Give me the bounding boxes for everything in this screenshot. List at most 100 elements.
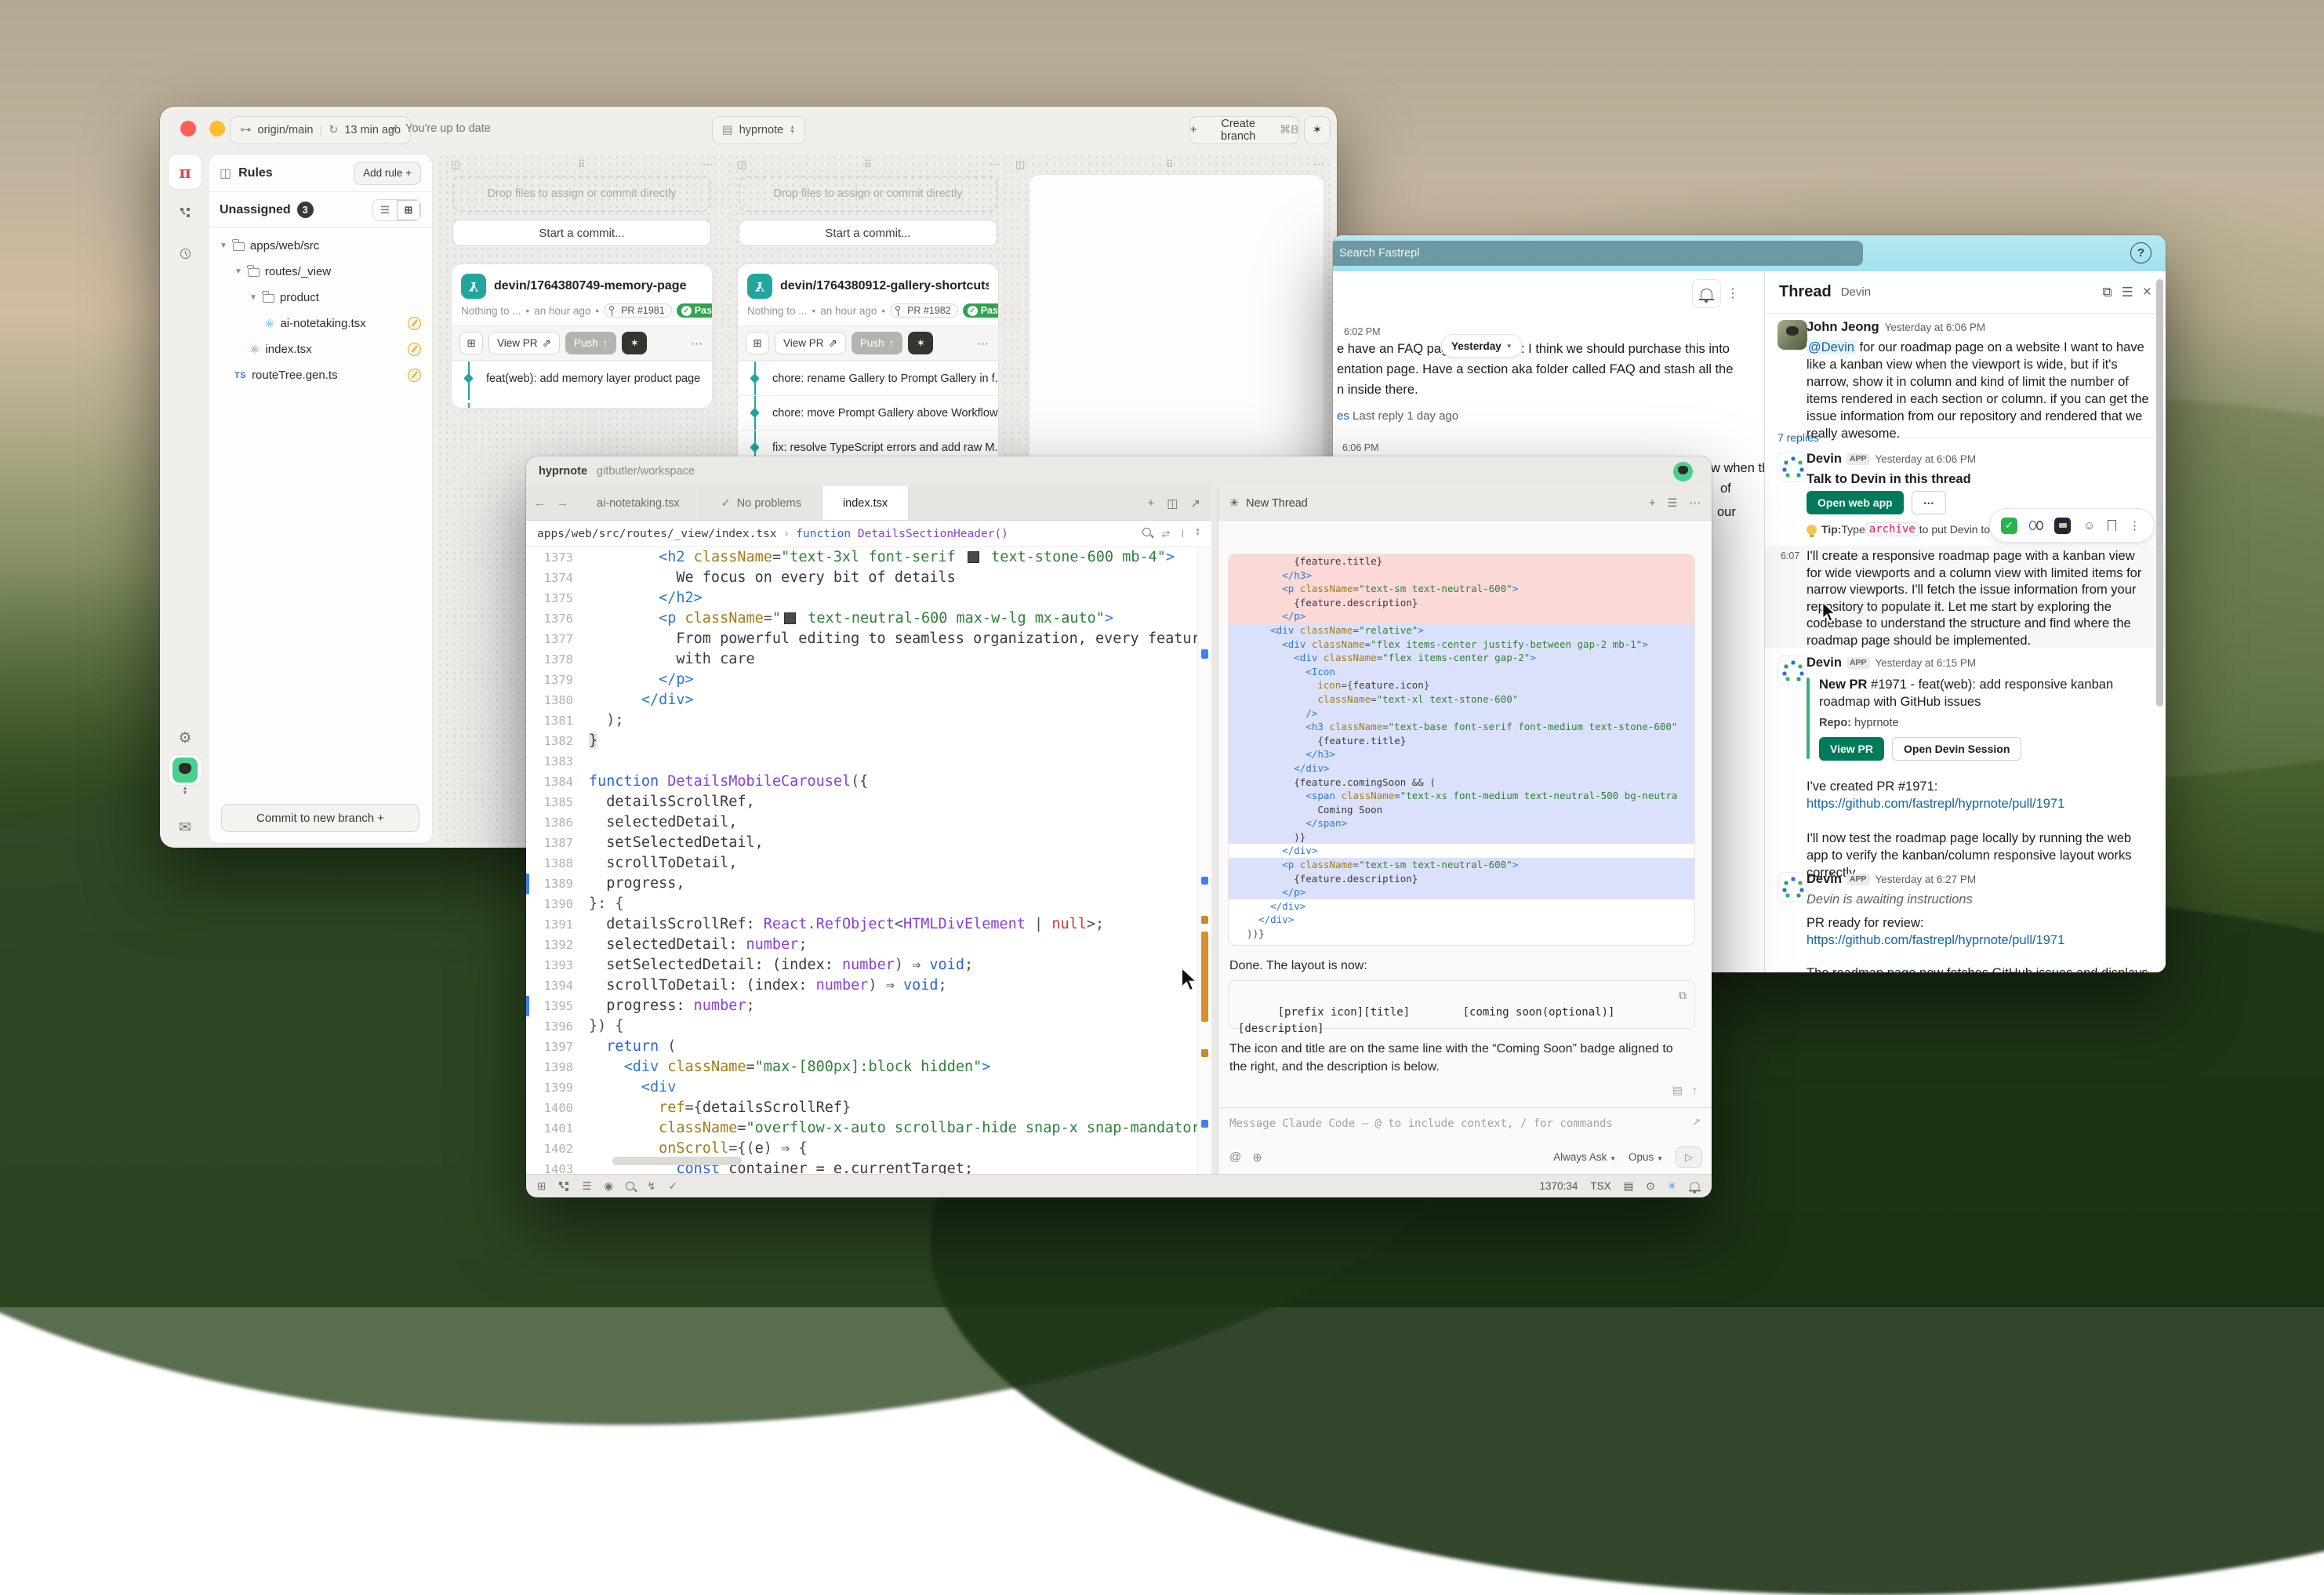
- popout-icon[interactable]: ⧉: [2103, 285, 2112, 300]
- markdown-file-icon[interactable]: ▤: [1672, 1084, 1683, 1097]
- ai-sparkle-button[interactable]: ✶: [1304, 116, 1331, 144]
- save-for-later-button[interactable]: [2108, 520, 2116, 531]
- drag-handle-icon[interactable]: ⠿: [1166, 158, 1174, 171]
- code-line[interactable]: 1395 progress: number;: [526, 996, 1197, 1016]
- more-message-actions-button[interactable]: ⋮: [2126, 518, 2143, 534]
- sort-icon[interactable]: ▲▼: [1195, 528, 1200, 540]
- close-icon[interactable]: ×: [2143, 284, 2152, 301]
- view-pr-button[interactable]: View PR⇗: [775, 332, 846, 354]
- push-button[interactable]: Push↑: [565, 332, 617, 354]
- pr-badge[interactable]: PR #1981: [604, 303, 672, 318]
- rail-feedback-button[interactable]: ✉: [168, 809, 202, 845]
- code-line[interactable]: 1383: [526, 751, 1197, 772]
- more-icon[interactable]: ⋯: [691, 336, 704, 351]
- code-line[interactable]: 1400 ref={detailsScrollRef}: [526, 1098, 1197, 1118]
- techie-reaction-button[interactable]: [2054, 518, 2071, 534]
- code-line[interactable]: 1377 From powerful editing to seamless o…: [526, 629, 1197, 649]
- message-timestamp[interactable]: Yesterday at 6:06 PM: [1885, 322, 1986, 333]
- create-branch-button[interactable]: + Create branch ⌘B: [1189, 116, 1299, 144]
- view-pr-button[interactable]: View PR⇗: [488, 332, 560, 354]
- notifications-bell-button[interactable]: [1692, 279, 1721, 308]
- branch-card[interactable]: Ydevin/1764380912-gallery-shortcutsNothi…: [737, 263, 999, 465]
- project-panel-icon[interactable]: ⊞: [537, 1180, 546, 1193]
- cursor-position[interactable]: 1370:34: [1540, 1180, 1578, 1192]
- ai-actions-button[interactable]: ✶: [622, 332, 647, 354]
- code-line[interactable]: 1385 detailsScrollRef,: [526, 792, 1197, 812]
- breadcrumb[interactable]: apps/web/src/routes/_view/index.tsx › fu…: [526, 521, 1211, 547]
- code-editor[interactable]: 1373 <h2 className="text-3xl font-serif …: [526, 547, 1197, 1174]
- copilot-icon[interactable]: ▤: [1624, 1180, 1634, 1193]
- channel-kebab-button[interactable]: ⋮: [1727, 285, 1740, 301]
- expand-input-icon[interactable]: ↗: [1692, 1116, 1701, 1128]
- nav-forward-icon[interactable]: →: [557, 496, 568, 510]
- editor-scrollbar[interactable]: [1197, 547, 1211, 1174]
- rail-branches-button[interactable]: [168, 194, 202, 231]
- nav-back-icon[interactable]: ←: [534, 496, 546, 510]
- code-line[interactable]: 1398 <div className="max-[800px]:block h…: [526, 1057, 1197, 1077]
- drag-handle-icon[interactable]: ⠿: [864, 158, 872, 171]
- tree-file-row[interactable]: ⚛index.tsx: [209, 336, 432, 362]
- rail-collapse-button[interactable]: ▲▼: [168, 783, 202, 800]
- commit-row[interactable]: feat(web): add memory layer product page: [452, 361, 712, 395]
- project-switcher[interactable]: ▤ hyprnote ▲▼: [712, 116, 805, 144]
- more-icon[interactable]: ⋯: [989, 158, 999, 171]
- git-panel-icon[interactable]: [558, 1181, 569, 1192]
- new-tab-icon[interactable]: +: [1147, 496, 1154, 510]
- message-timestamp[interactable]: Yesterday at 6:27 PM: [1876, 874, 1977, 885]
- commit-row[interactable]: chore: move Prompt Gallery above Workflo…: [738, 395, 998, 430]
- checkmark-reaction-button[interactable]: ✓: [2001, 518, 2017, 534]
- thread-scrollbar[interactable]: [2156, 279, 2163, 707]
- code-line[interactable]: 1380 </div>: [526, 690, 1197, 710]
- code-line[interactable]: 1378 with care: [526, 649, 1197, 670]
- drag-handle-icon[interactable]: ⠿: [578, 158, 586, 171]
- zoom-pane-icon[interactable]: ↗: [1190, 496, 1200, 510]
- drop-files-zone[interactable]: Drop files to assign or commit directly: [452, 176, 711, 212]
- code-line[interactable]: 1381 );: [526, 710, 1197, 731]
- rail-settings-button[interactable]: ⚙: [168, 720, 202, 756]
- rail-profile-button[interactable]: [168, 754, 202, 786]
- pr-link[interactable]: https://github.com/fastrepl/hyprnote/pul…: [1807, 797, 2064, 811]
- archive-command-chip[interactable]: archive: [1865, 522, 1919, 536]
- code-line[interactable]: 1392 selectedDetail: number;: [526, 935, 1197, 955]
- code-line[interactable]: 1387 setSelectedDetail,: [526, 833, 1197, 853]
- code-line[interactable]: 1401 className="overflow-x-auto scrollba…: [526, 1118, 1197, 1139]
- rail-history-button[interactable]: [168, 235, 202, 271]
- ai-assistant-icon[interactable]: ✳: [1668, 1180, 1676, 1193]
- tab-index-tsx[interactable]: index.tsx: [822, 486, 909, 520]
- send-button[interactable]: ▷: [1676, 1146, 1702, 1168]
- code-line[interactable]: 1373 <h2 className="text-3xl font-serif …: [526, 547, 1197, 568]
- code-line[interactable]: 1379 </p>: [526, 670, 1197, 690]
- copy-icon[interactable]: ⧉: [1679, 987, 1687, 1004]
- language-mode[interactable]: TSX: [1590, 1180, 1610, 1192]
- help-button[interactable]: ?: [2130, 242, 2152, 263]
- view-toggle[interactable]: ☰⊞: [372, 199, 421, 221]
- more-icon[interactable]: ⋯: [703, 158, 713, 171]
- tree-file-row[interactable]: TSrouteTree.gen.ts: [209, 362, 432, 388]
- chevron-down-icon[interactable]: ▼: [234, 267, 242, 276]
- diagnostics-check-icon[interactable]: ✓: [669, 1180, 677, 1193]
- emoji-picker-button[interactable]: ☺: [2081, 518, 2097, 534]
- more-icon[interactable]: ⋯: [1314, 158, 1324, 171]
- code-line[interactable]: 1376 <p className=" text-neutral-600 max…: [526, 609, 1197, 629]
- add-context-icon[interactable]: ⊕: [1252, 1150, 1262, 1164]
- code-line[interactable]: 1375 </h2>: [526, 588, 1197, 609]
- add-rule-button[interactable]: Add rule +: [354, 162, 421, 185]
- base-branch-pill[interactable]: ⊶ origin/main | ↻ 13 min ago: [230, 116, 411, 144]
- branch-card[interactable]: Ydevin/1764380749-memory-pageNothing to …: [451, 263, 713, 409]
- code-line[interactable]: 1394 scrollToDetail: (index: number) ⇒ v…: [526, 976, 1197, 996]
- split-pane-icon[interactable]: ◫: [1167, 496, 1178, 510]
- terminal-icon[interactable]: ⊙: [1646, 1180, 1654, 1193]
- pr-badge[interactable]: PR #1982: [890, 303, 958, 318]
- slack-search-input[interactable]: Search Fastrepl: [1333, 241, 1863, 266]
- code-line[interactable]: 1399 <div: [526, 1077, 1197, 1098]
- code-line[interactable]: 1396}) {: [526, 1016, 1197, 1037]
- code-line[interactable]: 1389 progress,: [526, 874, 1197, 894]
- commit-to-new-branch-button[interactable]: Commit to new branch +: [221, 804, 419, 832]
- tab-ai-notetaking[interactable]: ai-notetaking.tsx: [576, 486, 701, 520]
- code-line[interactable]: 1382}: [526, 731, 1197, 751]
- pr-link[interactable]: https://github.com/fastrepl/hyprnote/pul…: [1807, 933, 2064, 947]
- open-devin-session-button[interactable]: Open Devin Session: [1892, 737, 2021, 761]
- chevron-down-icon[interactable]: ▼: [249, 293, 257, 302]
- view-pr-button[interactable]: View PR: [1819, 737, 1884, 761]
- mention-context-icon[interactable]: @: [1229, 1150, 1241, 1164]
